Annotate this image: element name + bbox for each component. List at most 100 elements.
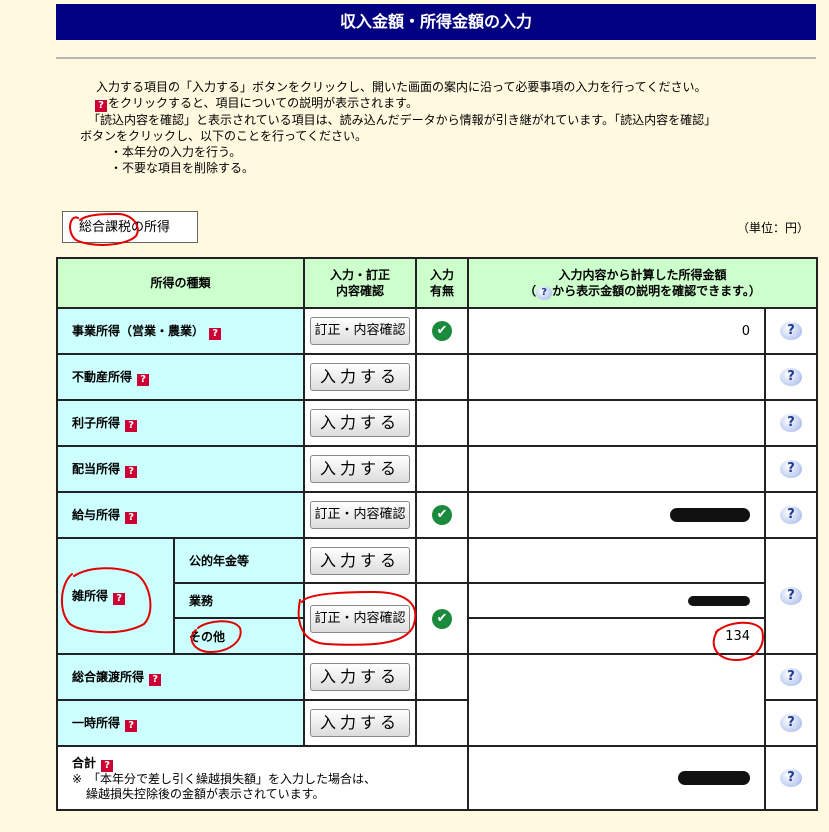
redaction-scribble	[670, 508, 751, 522]
total-amount	[467, 745, 767, 811]
realestate-help: ?	[764, 353, 819, 401]
misc-status: ✔	[415, 582, 470, 655]
row-label-misc: 雑所得 ?	[56, 537, 175, 655]
misc-other-amount: 134	[467, 617, 767, 655]
question-icon: ?	[95, 100, 107, 112]
question-icon[interactable]: ?	[149, 674, 162, 686]
question-icon[interactable]: ?	[113, 593, 126, 605]
salary-amount	[467, 491, 767, 539]
misc-business-amount	[467, 582, 767, 619]
row-label-salary: 給与所得 ?	[55, 491, 306, 539]
misc-help: ?	[764, 537, 819, 655]
help-icon[interactable]: ?	[780, 714, 803, 732]
income-table: 所得の種類 入力・訂正 内容確認 入力 有無 入力内容から計算した所得金額（? から表…	[55, 257, 819, 811]
misc-business-label: 業務	[172, 582, 306, 619]
title-divider	[56, 57, 816, 59]
transfer-input-button[interactable]: 入力する	[310, 663, 411, 691]
business-status: ✔	[415, 307, 470, 355]
redaction-scribble	[688, 595, 751, 606]
instruction-line-2: ? をクリックすると、項目についての説明が表示されます。	[80, 95, 716, 112]
transfer-status	[415, 653, 470, 701]
help-icon[interactable]: ?	[780, 460, 803, 478]
table-row: 総合譲渡所得 ? 入力する ?	[55, 653, 819, 747]
misc-pension-label: 公的年金等	[172, 537, 306, 584]
page-title: 収入金額・所得金額の入力	[56, 4, 816, 40]
question-icon[interactable]: ?	[125, 512, 138, 524]
help-icon[interactable]: ?	[780, 506, 803, 524]
dividend-status	[415, 445, 470, 493]
total-note-1: ※ 「本年分で差し引く繰越損失額」を入力した場合は、	[72, 772, 377, 786]
salary-edit-button[interactable]: 訂正・内容確認	[310, 501, 411, 529]
pension-button-cell: 入力する	[303, 537, 418, 584]
realestate-input-button[interactable]: 入力する	[310, 363, 411, 391]
header-income-type: 所得の種類	[55, 257, 306, 309]
row-label-dividend: 配当所得 ?	[55, 445, 306, 493]
header-input: 入力・訂正 内容確認	[303, 257, 418, 309]
instruction-line-3: 「読込内容を確認」と表示されている項目は、読み込んだデータから情報が引き継がれて…	[88, 113, 717, 127]
row-label-transfer: 総合譲渡所得 ?	[55, 653, 306, 701]
realestate-label: 不動産所得	[72, 370, 133, 384]
business-label: 事業所得（営業・農業）	[72, 324, 205, 338]
interest-input-button[interactable]: 入力する	[310, 409, 411, 437]
tab-comprehensive-income[interactable]: 総合課税の所得	[62, 211, 198, 243]
interest-button-cell: 入力する	[303, 399, 418, 447]
dividend-input-button[interactable]: 入力する	[310, 455, 411, 483]
salary-status: ✔	[415, 491, 470, 539]
row-label-interest: 利子所得 ?	[55, 399, 306, 447]
unit-label: （単位：円）	[737, 221, 810, 235]
instruction-line-6: ・不要な項目を削除する。	[110, 161, 255, 175]
instruction-text-2: をクリックすると、項目についての説明が表示されます。	[108, 96, 418, 110]
header-amount-line2: から表示金額の説明を確認できます。）	[552, 283, 761, 298]
realestate-amount	[467, 353, 767, 401]
table-row: 利子所得 ? 入力する ?	[55, 399, 819, 447]
dividend-help: ?	[764, 445, 819, 493]
instruction-line-5: ・本年分の入力を行う。	[110, 145, 242, 159]
instruction-line-1: 入力する項目の「入力する」ボタンをクリックし、開いた画面の案内に沿って必要事項の…	[96, 80, 707, 94]
temporary-label: 一時所得	[72, 716, 121, 730]
misc-button-cell: 訂正・内容確認	[303, 582, 418, 655]
temporary-status	[415, 699, 470, 747]
row-label-realestate: 不動産所得 ?	[55, 353, 306, 401]
header-status: 入力 有無	[415, 257, 470, 309]
misc-edit-button[interactable]: 訂正・内容確認	[310, 604, 411, 633]
misc-label: 雑所得	[72, 589, 109, 603]
table-header-row: 所得の種類 入力・訂正 内容確認 入力 有無 入力内容から計算した所得金額 （? から表…	[55, 257, 819, 309]
instructions: 入力する項目の「入力する」ボタンをクリックし、開いた画面の案内に沿って必要事項の…	[80, 79, 716, 176]
temporary-input-button[interactable]: 入力する	[310, 709, 411, 737]
header-input-line2: 内容確認	[336, 284, 385, 298]
help-icon[interactable]: ?	[780, 587, 803, 605]
transfer-button-cell: 入力する	[303, 653, 418, 701]
transfer-temporary-amount	[467, 653, 767, 747]
help-icon[interactable]: ?	[780, 668, 803, 686]
header-status-line2: 有無	[430, 284, 455, 298]
dividend-button-cell: 入力する	[303, 445, 418, 493]
interest-amount	[467, 399, 767, 447]
interest-label: 利子所得	[72, 416, 121, 430]
misc-other-label: その他	[172, 617, 306, 655]
table-row: 雑所得 ? 公的年金等 入力する ?	[56, 537, 819, 655]
table-row-total: 合計 ? ※ 「本年分で差し引く繰越損失額」を入力した場合は、 繰越損失控除後の…	[55, 745, 819, 811]
help-icon[interactable]: ?	[780, 769, 803, 787]
help-icon[interactable]: ?	[780, 322, 803, 340]
total-label: 合計	[72, 756, 97, 770]
dividend-amount	[467, 445, 767, 493]
question-icon[interactable]: ?	[125, 420, 138, 432]
row-label-business: 事業所得（営業・農業） ?	[55, 307, 306, 355]
question-icon[interactable]: ?	[125, 720, 138, 732]
total-help: ?	[764, 745, 819, 811]
help-icon[interactable]: ?	[780, 368, 803, 386]
instruction-line-4: ボタンをクリックし、以下のことを行ってください。	[80, 129, 368, 143]
question-icon[interactable]: ?	[125, 466, 138, 478]
header-amount-paren: （	[524, 283, 537, 298]
temporary-help: ?	[764, 699, 819, 747]
pension-input-button[interactable]: 入力する	[310, 546, 411, 575]
business-edit-button[interactable]: 訂正・内容確認	[310, 317, 411, 345]
business-button-cell: 訂正・内容確認	[303, 307, 418, 355]
question-icon[interactable]: ?	[209, 328, 222, 340]
check-icon: ✔	[432, 321, 453, 341]
help-icon[interactable]: ?	[780, 414, 803, 432]
transfer-help: ?	[764, 653, 819, 701]
question-icon[interactable]: ?	[101, 760, 114, 772]
table-row: 配当所得 ? 入力する ?	[55, 445, 819, 493]
question-icon[interactable]: ?	[137, 374, 150, 386]
